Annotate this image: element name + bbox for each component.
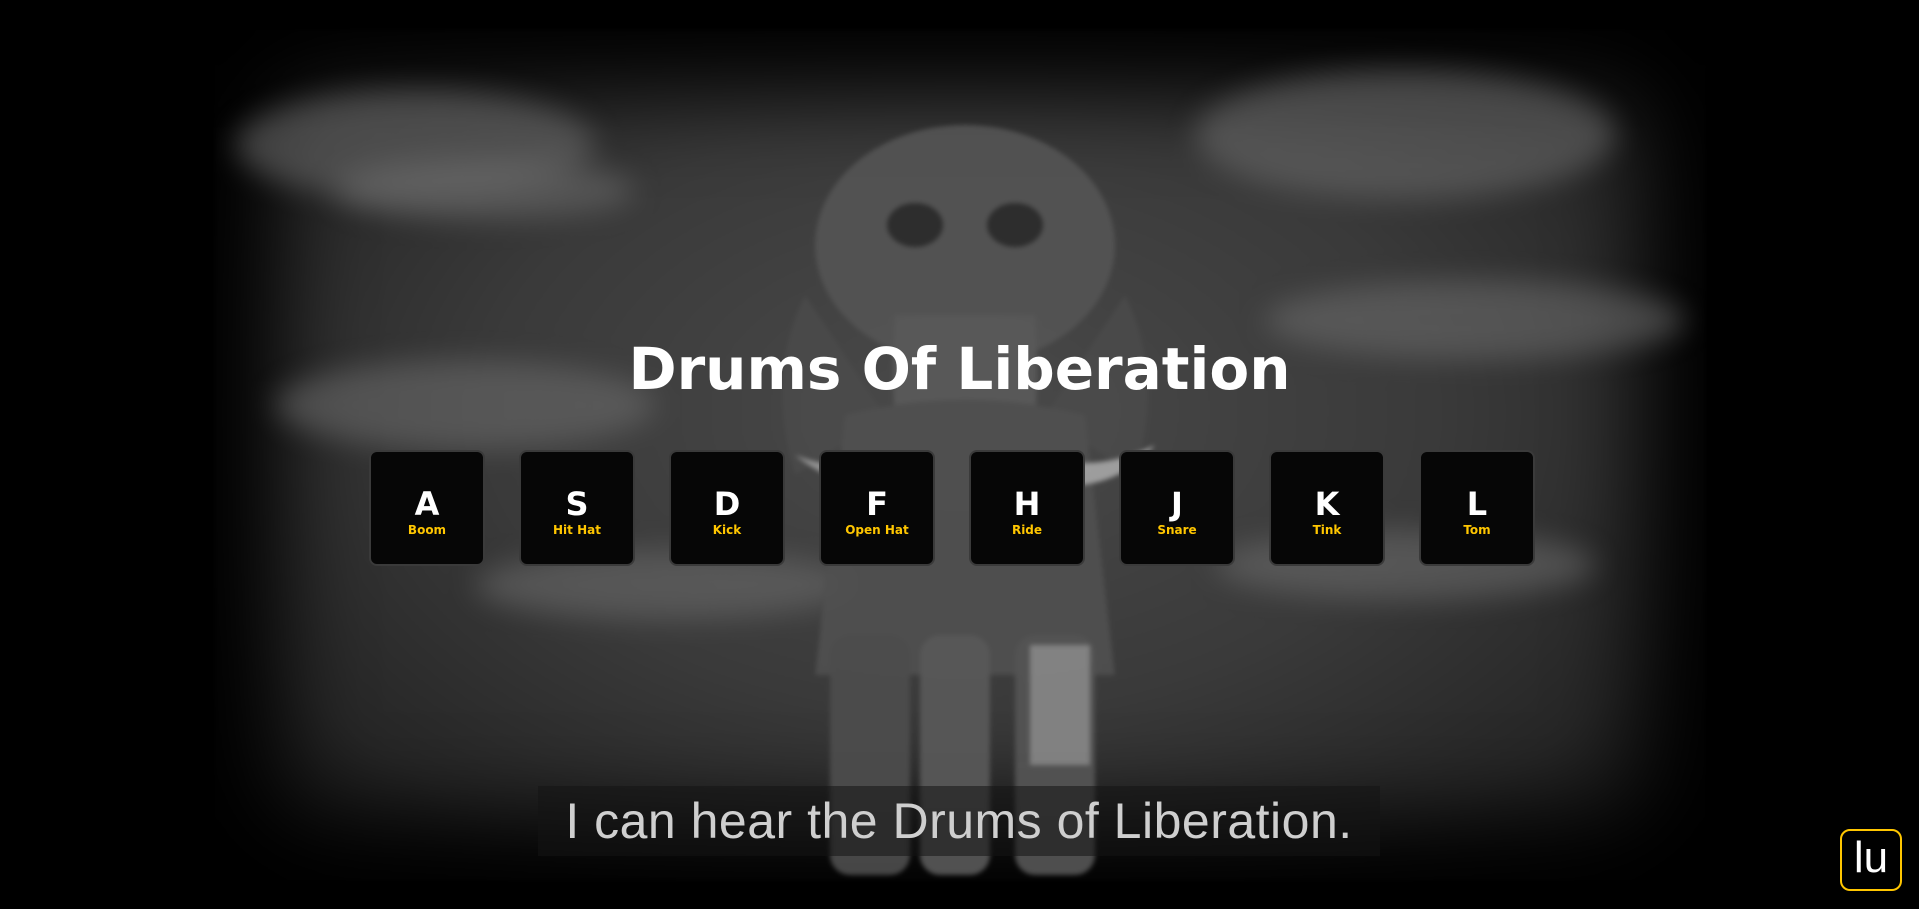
key-letter: L (1466, 485, 1488, 523)
key-sound-label: Boom (407, 523, 447, 537)
key-sound-label: Open Hat (845, 523, 909, 537)
key-letter: J (1171, 485, 1183, 523)
drum-key-k[interactable]: K Tink (1269, 450, 1385, 566)
drum-keys: A Boom S Hit Hat D Kick F Open Hat H Rid… (369, 450, 1535, 566)
drum-key-j[interactable]: J Snare (1119, 450, 1235, 566)
drum-key-a[interactable]: A Boom (369, 450, 485, 566)
drum-key-d[interactable]: D Kick (669, 450, 785, 566)
key-sound-label: Hit Hat (553, 523, 601, 537)
subtitle-text: I can hear the Drums of Liberation. (565, 793, 1353, 849)
key-letter: H (1013, 485, 1041, 523)
drum-key-f[interactable]: F Open Hat (819, 450, 935, 566)
drum-key-s[interactable]: S Hit Hat (519, 450, 635, 566)
key-letter: A (414, 485, 440, 523)
drum-kit-page: Drums Of Liberation A Boom S Hit Hat D K… (0, 0, 1919, 909)
drum-key-l[interactable]: L Tom (1419, 450, 1535, 566)
key-letter: S (565, 485, 589, 523)
key-sound-label: Kick (712, 523, 742, 537)
key-sound-label: Tom (1463, 523, 1491, 537)
key-letter: D (713, 485, 741, 523)
logo-badge[interactable]: lu (1840, 829, 1902, 891)
page-title: Drums Of Liberation (628, 335, 1291, 403)
key-letter: F (866, 485, 888, 523)
drum-key-h[interactable]: H Ride (969, 450, 1085, 566)
key-sound-label: Tink (1312, 523, 1342, 537)
key-sound-label: Ride (1011, 523, 1043, 537)
video-subtitle: I can hear the Drums of Liberation. (538, 786, 1380, 856)
key-letter: K (1314, 485, 1340, 523)
key-sound-label: Snare (1157, 523, 1197, 537)
